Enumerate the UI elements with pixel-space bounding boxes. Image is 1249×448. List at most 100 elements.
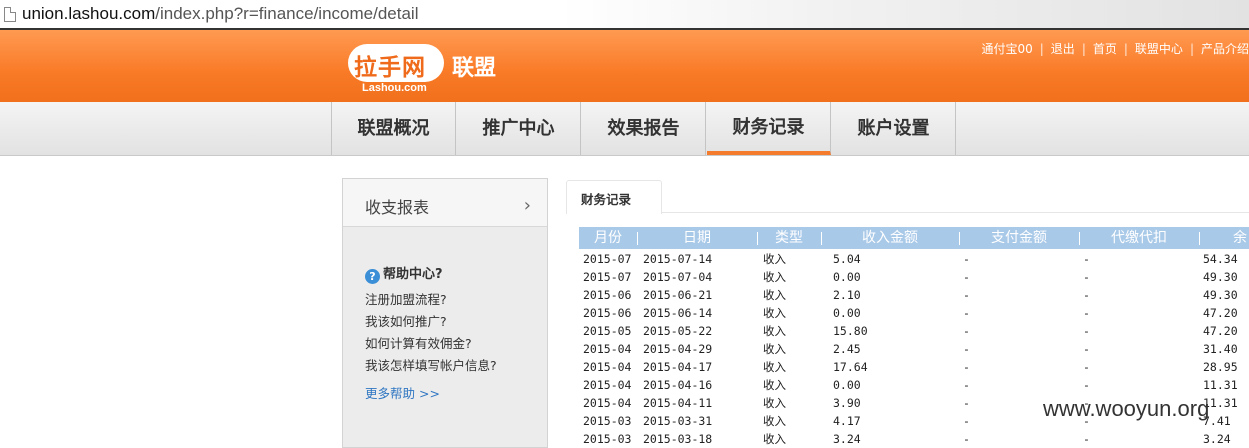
cell-type: 收入 <box>763 396 786 410</box>
cell-month: 2015-03 <box>583 432 632 446</box>
top-link-separator: | <box>1081 42 1086 56</box>
cell-withholding: - <box>1083 306 1090 320</box>
cell-payment: - <box>963 252 970 266</box>
help-links: 注册加盟流程? 我该如何推广? 如何计算有效佣金? 我该怎样填写帐户信息? <box>365 291 497 379</box>
cell-date: 2015-04-29 <box>643 342 713 356</box>
cell-type: 收入 <box>763 360 786 374</box>
top-link-logout[interactable]: 退出 <box>1051 42 1075 56</box>
watermark: www.wooyun.org <box>1043 396 1210 421</box>
cell-date: 2015-05-22 <box>643 324 713 338</box>
logo-subtitle: Lashou.com <box>362 82 427 94</box>
question-icon: ? <box>365 269 380 284</box>
column-header-month: 月份 <box>594 230 622 246</box>
top-link-home[interactable]: 首页 <box>1093 42 1117 56</box>
cell-income: 0.00 <box>833 378 861 392</box>
cell-balance: 31.40 <box>1203 342 1238 356</box>
table-row: 2015-03 2015-03-18 收入 3.24 - - 3.24 <box>579 430 1249 448</box>
cell-month: 2015-04 <box>583 360 632 374</box>
sidebar-item-income-report[interactable]: 收支报表 › <box>343 179 547 227</box>
page-icon <box>4 7 16 22</box>
more-help-link[interactable]: 更多帮助 >> <box>365 383 440 402</box>
cell-type: 收入 <box>763 342 786 356</box>
cell-income: 0.00 <box>833 270 861 284</box>
logo-text: 拉手网 <box>354 55 426 81</box>
cell-type: 收入 <box>763 378 786 392</box>
top-link-separator: | <box>1123 42 1128 56</box>
help-link-promote[interactable]: 我该如何推广? <box>365 313 497 335</box>
cell-balance: 11.31 <box>1203 378 1238 392</box>
column-header-payment: 支付金额 <box>991 230 1047 246</box>
cell-withholding: - <box>1083 360 1090 374</box>
cell-date: 2015-06-21 <box>643 288 713 302</box>
tab-finance-records[interactable]: 财务记录 <box>566 180 662 214</box>
cell-payment: - <box>963 414 970 428</box>
top-link-union-center[interactable]: 联盟中心 <box>1135 42 1183 56</box>
nav-tab-finance[interactable]: 财务记录 <box>707 102 831 155</box>
help-link-account-info[interactable]: 我该怎样填写帐户信息? <box>365 357 497 379</box>
cell-payment: - <box>963 306 970 320</box>
cell-payment: - <box>963 396 970 410</box>
nav-tab-overview[interactable]: 联盟概况 <box>332 102 456 155</box>
cell-type: 收入 <box>763 432 786 446</box>
column-header-date: 日期 <box>683 230 711 246</box>
top-link-account[interactable]: 通付宝00 <box>981 42 1032 56</box>
url-path: /index.php?r=finance/income/detail <box>155 4 419 23</box>
nav-tab-account-settings[interactable]: 账户设置 <box>832 102 956 155</box>
cell-type: 收入 <box>763 324 786 338</box>
cell-withholding: - <box>1083 432 1090 446</box>
cell-balance: 47.20 <box>1203 324 1238 338</box>
browser-address-bar[interactable]: union.lashou.com/index.php?r=finance/inc… <box>0 0 1249 30</box>
cell-withholding: - <box>1083 342 1090 356</box>
cell-income: 2.10 <box>833 288 861 302</box>
cell-balance: 49.30 <box>1203 288 1238 302</box>
table-row: 2015-04 2015-04-16 收入 0.00 - - 11.31 <box>579 376 1249 394</box>
cell-type: 收入 <box>763 270 786 284</box>
help-center-label: 帮助中心? <box>383 267 443 282</box>
cell-income: 17.64 <box>833 360 868 374</box>
nav-tab-promotion[interactable]: 推广中心 <box>457 102 581 155</box>
main-nav: 联盟概况 推广中心 效果报告 财务记录 账户设置 <box>0 102 1249 156</box>
site-header: 拉手网 Lashou.com 联盟 通付宝00 | 退出 | 首页 | 联盟中心 | 产品介绍 <box>0 30 1249 102</box>
help-link-register[interactable]: 注册加盟流程? <box>365 291 497 313</box>
table-row: 2015-06 2015-06-21 收入 2.10 - - 49.30 <box>579 286 1249 304</box>
sidebar: 收支报表 › ? 帮助中心? 注册加盟流程? 我该如何推广? 如何计算有效佣金? … <box>342 178 548 448</box>
top-link-products[interactable]: 产品介绍 <box>1201 42 1249 56</box>
cell-payment: - <box>963 378 970 392</box>
cell-balance: 47.20 <box>1203 306 1238 320</box>
column-header-income: 收入金额 <box>862 230 918 246</box>
cell-date: 2015-07-04 <box>643 270 713 284</box>
cell-date: 2015-06-14 <box>643 306 713 320</box>
cell-month: 2015-04 <box>583 378 632 392</box>
table-row: 2015-07 2015-07-04 收入 0.00 - - 49.30 <box>579 268 1249 286</box>
cell-payment: - <box>963 432 970 446</box>
cell-date: 2015-04-11 <box>643 396 713 410</box>
brand-title: 联盟 <box>452 56 497 81</box>
sidebar-item-label: 收支报表 <box>365 198 430 217</box>
chevron-right-icon: › <box>523 195 531 216</box>
cell-withholding: - <box>1083 324 1090 338</box>
help-center-title: ? 帮助中心? <box>365 263 443 284</box>
lashou-logo[interactable]: 拉手网 Lashou.com <box>348 44 444 98</box>
cell-type: 收入 <box>763 306 786 320</box>
cell-date: 2015-04-16 <box>643 378 713 392</box>
cell-withholding: - <box>1083 252 1090 266</box>
cell-payment: - <box>963 324 970 338</box>
cell-month: 2015-07 <box>583 270 632 284</box>
help-link-commission[interactable]: 如何计算有效佣金? <box>365 335 497 357</box>
cell-balance: 3.24 <box>1203 432 1231 446</box>
nav-tab-reports[interactable]: 效果报告 <box>582 102 706 155</box>
top-link-separator: | <box>1189 42 1194 56</box>
cell-income: 4.17 <box>833 414 861 428</box>
table-row: 2015-05 2015-05-22 收入 15.80 - - 47.20 <box>579 322 1249 340</box>
cell-date: 2015-03-31 <box>643 414 713 428</box>
cell-month: 2015-04 <box>583 396 632 410</box>
cell-income: 5.04 <box>833 252 861 266</box>
cell-payment: - <box>963 342 970 356</box>
cell-income: 15.80 <box>833 324 868 338</box>
column-header-withholding: 代缴代扣 <box>1111 230 1167 246</box>
cell-month: 2015-04 <box>583 342 632 356</box>
url-text[interactable]: union.lashou.com/index.php?r=finance/inc… <box>22 4 418 24</box>
cell-withholding: - <box>1083 288 1090 302</box>
cell-month: 2015-06 <box>583 288 632 302</box>
cell-income: 3.90 <box>833 396 861 410</box>
